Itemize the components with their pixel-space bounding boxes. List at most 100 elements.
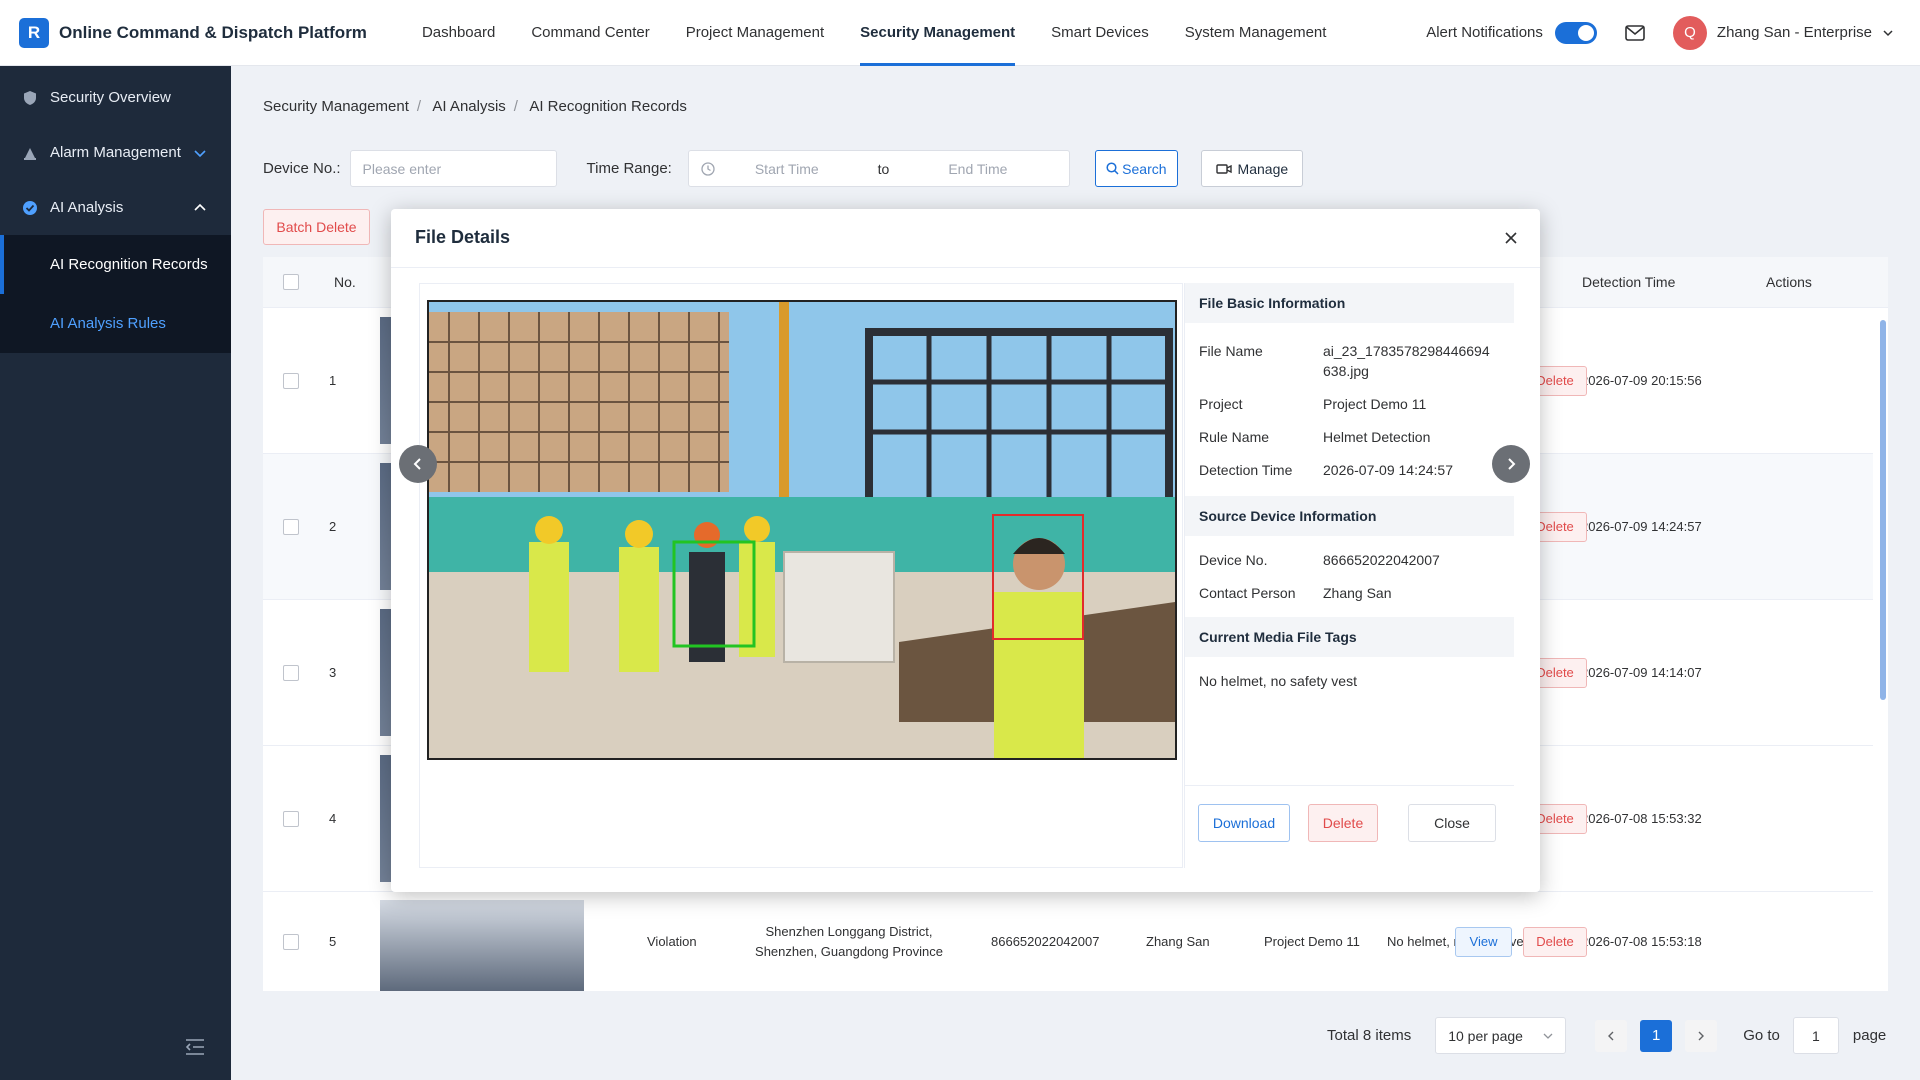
batch-delete-button[interactable]: Batch Delete (263, 209, 370, 245)
view-button[interactable]: View (1455, 926, 1512, 957)
scroll-thumb[interactable] (1880, 320, 1886, 700)
info-row: Rule Name Helmet Detection (1185, 427, 1514, 447)
modal-title: File Details (415, 227, 511, 247)
shield-icon (22, 90, 38, 106)
row-detection-time: 2026-07-09 14:14:07 (1581, 665, 1702, 680)
header-detection-time: Detection Time (1582, 274, 1676, 290)
user-name[interactable]: Zhang San - Enterprise (1717, 24, 1872, 41)
page-size-select[interactable]: 10 per page (1435, 1017, 1567, 1054)
row-checkbox[interactable] (283, 518, 299, 535)
time-range-picker[interactable]: Start Time to End Time (687, 150, 1070, 187)
sidebar: Security Overview Alarm Management AI An… (0, 66, 231, 1080)
breadcrumb-item[interactable]: AI Analysis (432, 98, 505, 115)
filter-bar: Device No.: Please enter Time Range: Sta… (263, 150, 1303, 187)
breadcrumb-current: AI Recognition Records (529, 98, 687, 115)
file-basic-info-title: File Basic Information (1185, 283, 1514, 323)
top-bar: R Online Command & Dispatch Platform Das… (0, 0, 1920, 66)
sidebar-item-ai-analysis-rules[interactable]: AI Analysis Rules (0, 294, 231, 353)
app-logo[interactable]: R Online Command & Dispatch Platform (19, 17, 367, 48)
header-no: No. (334, 274, 356, 290)
table-scrollbar[interactable] (1878, 314, 1888, 984)
row-thumbnail[interactable] (380, 900, 584, 991)
row-location: Shenzhen Longgang District, Shenzhen, Gu… (755, 923, 943, 959)
file-info-panel: File Basic Information File Name ai_23_17… (1184, 283, 1514, 868)
sidebar-item-security-overview[interactable]: Security Overview (0, 70, 231, 125)
source-device-info-title: Source Device Information (1185, 496, 1514, 536)
next-page-button[interactable] (1685, 1019, 1718, 1052)
download-button[interactable]: Download (1198, 804, 1290, 842)
detection-time-value: 2026-07-09 14:24:57 (1323, 462, 1453, 478)
chevron-down-icon (1543, 1031, 1553, 1041)
end-time-input[interactable]: End Time (948, 161, 1007, 177)
panel-divider (1184, 785, 1514, 786)
close-button[interactable]: Close (1408, 804, 1496, 842)
sidebar-item-alarm-management[interactable]: Alarm Management (0, 125, 231, 180)
modal-divider (391, 267, 1540, 268)
logo-icon: R (19, 17, 49, 48)
detection-image (427, 300, 1177, 760)
row-no: 5 (329, 934, 337, 949)
sidebar-item-label: Alarm Management (50, 144, 181, 161)
row-type: Violation (647, 934, 697, 949)
info-row: Contact Person Zhang San (1185, 583, 1514, 603)
ai-badge-icon (22, 200, 38, 216)
row-checkbox[interactable] (283, 664, 299, 681)
alert-notifications-label: Alert Notifications (1426, 24, 1543, 41)
mail-icon[interactable] (1625, 24, 1645, 41)
search-button[interactable]: Search (1094, 150, 1178, 187)
prev-image-button[interactable] (399, 445, 437, 483)
avatar[interactable]: Q (1672, 15, 1707, 50)
breadcrumb: Security Management / AI Analysis / AI Rec… (263, 98, 687, 115)
media-tags-value: No helmet, no safety vest (1199, 673, 1357, 689)
main-nav: Dashboard Command Center Project Managem… (404, 0, 1345, 66)
prev-page-button[interactable] (1595, 1019, 1628, 1052)
chevron-up-icon (193, 201, 207, 215)
manage-button[interactable]: Manage (1200, 150, 1303, 187)
start-time-input[interactable]: Start Time (755, 161, 819, 177)
close-icon[interactable] (1502, 229, 1520, 247)
breadcrumb-item[interactable]: Security Management (263, 98, 409, 115)
device-no-label: Device No.: (263, 160, 341, 177)
nav-project-management[interactable]: Project Management (668, 0, 842, 66)
chevron-down-icon (193, 146, 207, 160)
row-detection-time: 2026-07-08 15:53:32 (1581, 811, 1702, 826)
delete-button[interactable]: Delete (1523, 926, 1587, 957)
page-label: page (1852, 1027, 1887, 1044)
nav-security-management[interactable]: Security Management (842, 0, 1033, 66)
row-checkbox[interactable] (283, 810, 299, 827)
sidebar-item-ai-analysis[interactable]: AI Analysis (0, 180, 231, 235)
table-row: 5 Violation Shenzhen Longgang District, … (263, 892, 1873, 991)
row-device-no: 866652022042007 (991, 934, 1100, 949)
page-button-current[interactable]: 1 (1640, 1019, 1673, 1052)
nav-system-management[interactable]: System Management (1167, 0, 1345, 66)
row-detection-time: 2026-07-09 20:15:56 (1581, 373, 1702, 388)
delete-button[interactable]: Delete (1308, 804, 1378, 842)
project-value: Project Demo 11 (1323, 396, 1427, 412)
nav-command-center[interactable]: Command Center (513, 0, 667, 66)
select-all-checkbox[interactable] (283, 274, 299, 290)
row-checkbox[interactable] (283, 372, 299, 389)
row-no: 4 (329, 811, 337, 826)
nav-smart-devices[interactable]: Smart Devices (1033, 0, 1167, 66)
video-camera-icon (1215, 163, 1232, 175)
chevron-down-icon[interactable] (1882, 27, 1894, 39)
chevron-left-icon (412, 457, 424, 471)
device-no-value: 866652022042007 (1323, 552, 1440, 568)
row-project: Project Demo 11 (1264, 934, 1360, 949)
row-detection-time: 2026-07-09 14:24:57 (1581, 519, 1702, 534)
row-checkbox[interactable] (283, 933, 299, 950)
total-items: Total 8 items (1327, 1027, 1412, 1044)
device-no-input[interactable]: Please enter (349, 150, 557, 187)
menu-collapse-icon[interactable] (184, 1038, 206, 1056)
info-row: Detection Time 2026-07-09 14:24:57 (1185, 460, 1514, 480)
range-separator: to (877, 160, 890, 177)
sidebar-item-ai-recognition-records[interactable]: AI Recognition Records (0, 235, 231, 294)
goto-label: Go to (1743, 1027, 1780, 1044)
row-detection-time: 2026-07-08 15:53:18 (1581, 934, 1702, 949)
info-row: Project Project Demo 11 (1185, 394, 1514, 414)
nav-dashboard[interactable]: Dashboard (404, 0, 513, 66)
alert-notifications-toggle[interactable] (1554, 21, 1597, 44)
goto-page-input[interactable]: 1 (1792, 1017, 1839, 1054)
header-actions: Actions (1766, 274, 1812, 290)
row-no: 3 (329, 665, 337, 680)
